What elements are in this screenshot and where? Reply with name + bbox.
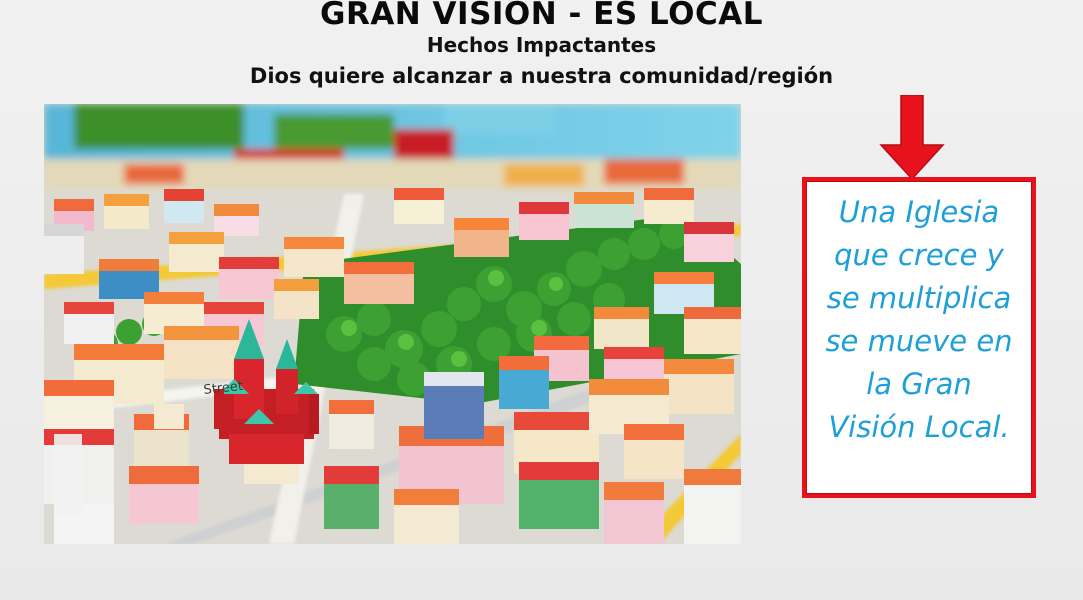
city-map-image: Street bbox=[44, 104, 741, 544]
vision-callout-box: Una Iglesia que crece y se multiplica se… bbox=[802, 177, 1036, 498]
vision-callout-text: Una Iglesia que crece y se multiplica se… bbox=[825, 195, 1013, 444]
slide-subtitle-facts: Hechos Impactantes bbox=[426, 33, 657, 57]
slide: GRAN VISIÓN - ES LOCAL Hechos Impactante… bbox=[0, 0, 1083, 600]
arrow-down-icon bbox=[879, 95, 945, 181]
city-map-illustration: Street bbox=[44, 104, 741, 544]
slide-subtitle-community: Dios quiere alcanzar a nuestra comunidad… bbox=[249, 64, 834, 88]
slide-title: GRAN VISIÓN - ES LOCAL bbox=[320, 0, 763, 32]
